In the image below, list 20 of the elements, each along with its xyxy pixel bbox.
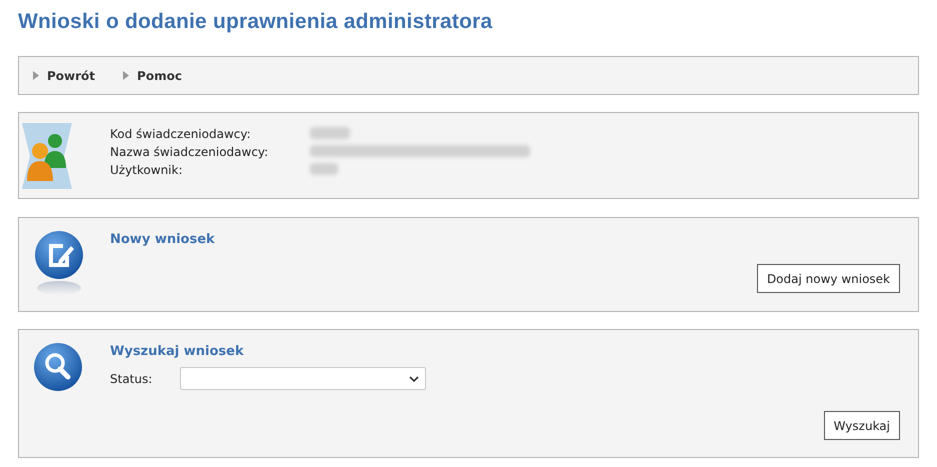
search-button[interactable]: Wyszukaj (824, 411, 900, 440)
redacted-value (310, 127, 350, 139)
info-label: Kod świadczeniodawcy: (110, 126, 252, 143)
add-request-button[interactable]: Dodaj nowy wniosek (756, 264, 900, 293)
edit-icon (33, 230, 85, 296)
info-label: Użytkownik: (110, 162, 184, 179)
triangle-icon (123, 71, 130, 80)
nav-link[interactable]: Pomoc (123, 66, 182, 84)
status-select[interactable] (180, 367, 426, 390)
nav-link[interactable]: Powrót (33, 66, 96, 84)
page-title: Wnioski o dodanie uprawnienia administratora (18, 9, 494, 35)
status-label: Status: (110, 371, 152, 388)
search-icon (33, 342, 83, 392)
chevron-down-icon (409, 376, 419, 382)
section-title: Nowy wniosek (110, 231, 215, 249)
users-icon (22, 123, 72, 189)
redacted-value (310, 163, 338, 175)
triangle-icon (33, 71, 39, 80)
section-title: Wyszukaj wniosek (110, 343, 244, 361)
info-label: Nazwa świadczeniodawcy: (110, 144, 270, 161)
